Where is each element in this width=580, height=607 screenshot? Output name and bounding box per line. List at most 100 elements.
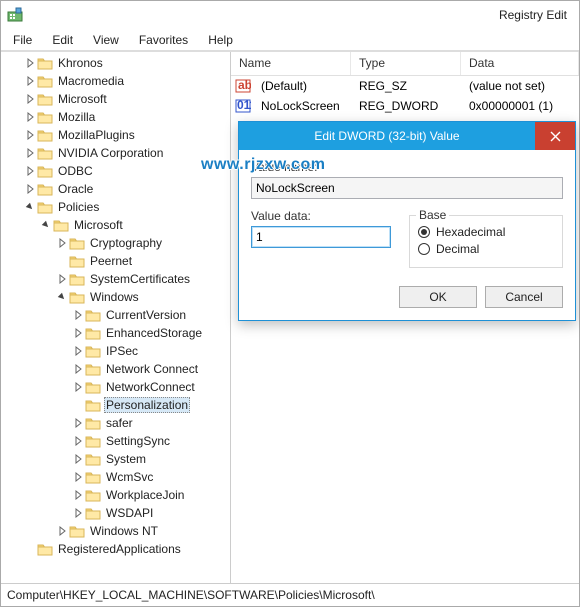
dialog-titlebar[interactable]: Edit DWORD (32-bit) Value — [239, 122, 575, 150]
base-label: Base — [416, 208, 449, 222]
expander-icon[interactable] — [71, 434, 85, 448]
expander-icon[interactable] — [71, 488, 85, 502]
tree-node-label: Peernet — [88, 254, 134, 268]
list-row[interactable]: ab(Default)REG_SZ(value not set) — [231, 76, 579, 96]
tree-node[interactable]: SystemCertificates — [1, 270, 230, 288]
expander-icon[interactable] — [71, 416, 85, 430]
tree-node-label: safer — [104, 416, 135, 430]
base-group: Base Hexadecimal Decimal — [409, 215, 563, 268]
tree-node[interactable]: IPSec — [1, 342, 230, 360]
tree-node[interactable]: Peernet — [1, 252, 230, 270]
tree-node[interactable]: WSDAPI — [1, 504, 230, 522]
tree-node[interactable]: MozillaPlugins — [1, 126, 230, 144]
svg-text:011: 011 — [237, 98, 251, 112]
tree-node[interactable]: Oracle — [1, 180, 230, 198]
tree-node[interactable]: Policies — [1, 198, 230, 216]
col-type[interactable]: Type — [351, 52, 461, 75]
app-title: Registry Edit — [31, 8, 573, 22]
expander-icon[interactable] — [71, 362, 85, 376]
value-data-label: Value data: — [251, 209, 391, 223]
folder-icon — [85, 326, 101, 340]
tree-node[interactable]: EnhancedStorage — [1, 324, 230, 342]
tree-node[interactable]: RegisteredApplications — [1, 540, 230, 558]
menu-edit[interactable]: Edit — [42, 31, 83, 49]
expander-icon[interactable] — [55, 272, 69, 286]
expander-icon[interactable] — [23, 92, 37, 106]
tree-node-label: RegisteredApplications — [56, 542, 183, 556]
tree-node-label: NetworkConnect — [104, 380, 197, 394]
folder-icon — [37, 164, 53, 178]
tree-node[interactable]: Cryptography — [1, 234, 230, 252]
menu-help[interactable]: Help — [198, 31, 243, 49]
tree-node[interactable]: Macromedia — [1, 72, 230, 90]
expander-icon[interactable] — [71, 326, 85, 340]
close-button[interactable] — [535, 122, 575, 150]
expander-icon[interactable] — [39, 218, 53, 232]
tree-node-label: SystemCertificates — [88, 272, 192, 286]
tree-node-label: WcmSvc — [104, 470, 155, 484]
expander-icon[interactable] — [23, 164, 37, 178]
tree-node[interactable]: ODBC — [1, 162, 230, 180]
ok-button[interactable]: OK — [399, 286, 477, 308]
tree-node[interactable]: Microsoft — [1, 216, 230, 234]
radio-hex-label: Hexadecimal — [436, 225, 505, 239]
tree-node[interactable]: Microsoft — [1, 90, 230, 108]
expander-icon[interactable] — [23, 146, 37, 160]
folder-icon — [37, 92, 53, 106]
col-name[interactable]: Name — [231, 52, 351, 75]
tree-node[interactable]: safer — [1, 414, 230, 432]
tree-node[interactable]: NVIDIA Corporation — [1, 144, 230, 162]
value-name-label: Value name: — [251, 160, 563, 174]
tree-node[interactable]: NetworkConnect — [1, 378, 230, 396]
expander-icon[interactable] — [71, 380, 85, 394]
list-row[interactable]: 011NoLockScreenREG_DWORD0x00000001 (1) — [231, 96, 579, 116]
tree-node[interactable]: Network Connect — [1, 360, 230, 378]
cell-type: REG_DWORD — [351, 98, 461, 114]
folder-icon — [85, 488, 101, 502]
expander-icon[interactable] — [71, 452, 85, 466]
tree-node[interactable]: CurrentVersion — [1, 306, 230, 324]
registry-tree[interactable]: KhronosMacromediaMicrosoftMozillaMozilla… — [1, 54, 230, 558]
radio-icon — [418, 243, 430, 255]
tree-node[interactable]: Khronos — [1, 54, 230, 72]
expander-icon[interactable] — [55, 290, 69, 304]
expander-icon[interactable] — [23, 200, 37, 214]
menu-favorites[interactable]: Favorites — [129, 31, 198, 49]
expander-icon[interactable] — [55, 524, 69, 538]
menu-file[interactable]: File — [3, 31, 42, 49]
cancel-button[interactable]: Cancel — [485, 286, 563, 308]
tree-node-label: Macromedia — [56, 74, 126, 88]
col-data[interactable]: Data — [461, 52, 579, 75]
tree-node[interactable]: SettingSync — [1, 432, 230, 450]
expander-icon[interactable] — [23, 182, 37, 196]
expander-icon[interactable] — [23, 56, 37, 70]
radio-hexadecimal[interactable]: Hexadecimal — [418, 225, 554, 239]
tree-node[interactable]: Windows — [1, 288, 230, 306]
tree-node[interactable]: Mozilla — [1, 108, 230, 126]
tree-node[interactable]: Windows NT — [1, 522, 230, 540]
tree-node-label: CurrentVersion — [104, 308, 188, 322]
expander-icon[interactable] — [55, 236, 69, 250]
expander-icon[interactable] — [71, 470, 85, 484]
tree-node-label: NVIDIA Corporation — [56, 146, 165, 160]
expander-icon[interactable] — [23, 110, 37, 124]
tree-node-label: WSDAPI — [104, 506, 155, 520]
menu-view[interactable]: View — [83, 31, 129, 49]
tree-node-label: Khronos — [56, 56, 105, 70]
tree-node[interactable]: Personalization — [1, 396, 230, 414]
expander-icon[interactable] — [71, 308, 85, 322]
expander-icon[interactable] — [71, 344, 85, 358]
value-name-input[interactable] — [251, 177, 563, 199]
status-path: Computer\HKEY_LOCAL_MACHINE\SOFTWARE\Pol… — [7, 588, 375, 602]
expander-icon[interactable] — [23, 128, 37, 142]
tree-node[interactable]: WcmSvc — [1, 468, 230, 486]
dialog-body: Value name: Value data: Base Hexadecimal… — [239, 150, 575, 276]
radio-decimal[interactable]: Decimal — [418, 242, 554, 256]
tree-node[interactable]: System — [1, 450, 230, 468]
folder-icon — [37, 128, 53, 142]
expander-icon[interactable] — [23, 74, 37, 88]
expander-icon[interactable] — [71, 506, 85, 520]
value-data-input[interactable] — [251, 226, 391, 248]
folder-icon — [85, 470, 101, 484]
tree-node[interactable]: WorkplaceJoin — [1, 486, 230, 504]
